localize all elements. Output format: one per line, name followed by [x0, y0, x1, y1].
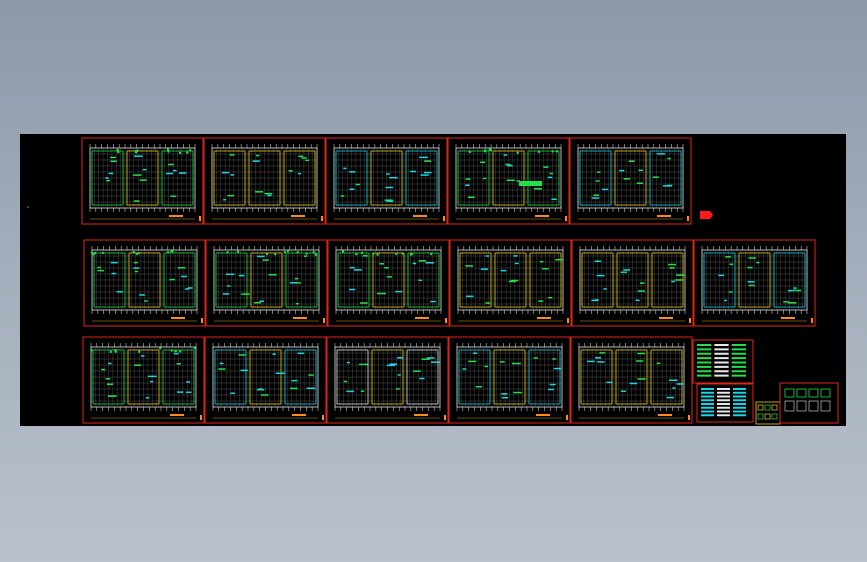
drawing-sheet[interactable] [326, 336, 449, 424]
drawing-sheet[interactable] [81, 137, 204, 225]
legend-table[interactable] [692, 339, 754, 384]
drawing-sheet[interactable] [204, 336, 327, 424]
red-tag-icon[interactable] [700, 211, 713, 219]
detail-block[interactable] [755, 401, 781, 425]
origin-marker [27, 206, 29, 208]
drawing-sheet[interactable] [448, 336, 571, 424]
drawing-sheet[interactable] [82, 336, 205, 424]
drawing-canvas[interactable] [20, 134, 846, 426]
detail-sheet[interactable] [779, 382, 839, 424]
schedule-table[interactable] [696, 383, 754, 423]
drawing-sheet[interactable] [449, 239, 572, 327]
drawing-sheet[interactable] [327, 239, 450, 327]
drawing-sheet[interactable] [447, 137, 570, 225]
drawing-sheet[interactable] [205, 239, 328, 327]
drawing-sheet[interactable] [571, 239, 694, 327]
drawing-sheet[interactable] [570, 336, 693, 424]
drawing-sheet[interactable] [203, 137, 326, 225]
drawing-sheet[interactable] [693, 239, 816, 327]
drawing-sheet[interactable] [325, 137, 448, 225]
cad-drawing [27, 137, 839, 425]
drawing-sheet[interactable] [569, 137, 692, 225]
drawing-sheet[interactable] [83, 239, 206, 327]
